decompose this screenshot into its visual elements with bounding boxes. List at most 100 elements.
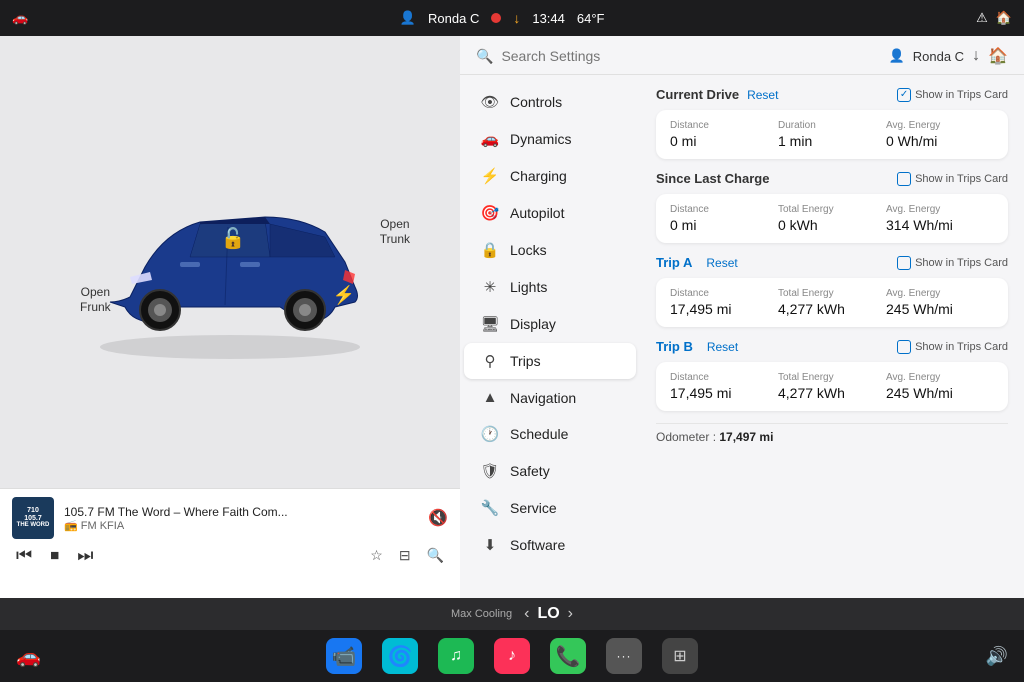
trip-b-distance: Distance 17,495 mi (670, 372, 778, 401)
favorite-icon[interactable]: ☆ (370, 547, 383, 564)
sidebar-item-locks[interactable]: 🔒 Locks (464, 232, 636, 268)
current-drive-duration: Duration 1 min (778, 120, 886, 149)
header-download-icon[interactable]: ↓ (972, 47, 980, 65)
sidebar-item-charging[interactable]: ⚡ Charging (464, 158, 636, 194)
trip-a-title: Trip A (656, 255, 692, 270)
trip-a-avg-energy: Avg. Energy 245 Wh/mi (886, 288, 994, 317)
trip-a-checkbox[interactable] (897, 256, 911, 270)
sidebar-item-lights[interactable]: ✳ Lights (464, 269, 636, 305)
climate-bar: Max Cooling ‹ LO › (0, 598, 1024, 630)
since-last-charge-checkbox[interactable] (897, 172, 911, 186)
lights-label: Lights (510, 279, 547, 295)
odometer-label: Odometer : (656, 430, 716, 444)
since-last-charge-stats: Distance 0 mi Total Energy 0 kWh Avg. En… (656, 194, 1008, 243)
search-input[interactable] (501, 48, 880, 64)
sidebar-item-software[interactable]: ⬇ Software (464, 527, 636, 563)
open-frunk-label[interactable]: Open Frunk (80, 285, 111, 316)
climate-arrows: ‹ LO › (524, 605, 573, 623)
sidebar-item-schedule[interactable]: 🕐 Schedule (464, 416, 636, 452)
sidebar-item-display[interactable]: 🖥 Display (464, 306, 636, 342)
climate-left-arrow[interactable]: ‹ (524, 605, 529, 623)
display-label: Display (510, 316, 556, 332)
trip-b-header: Trip B Reset Show in Trips Card (656, 339, 1008, 354)
trip-b-checkbox[interactable] (897, 340, 911, 354)
volume-icon[interactable]: 🔊 (986, 646, 1008, 667)
header-home-icon[interactable]: 🏠 (988, 46, 1008, 66)
dynamics-label: Dynamics (510, 131, 571, 147)
current-drive-avg-energy: Avg. Energy 0 Wh/mi (886, 120, 994, 149)
trip-a-reset[interactable]: Reset (706, 256, 737, 270)
schedule-label: Schedule (510, 426, 568, 442)
open-trunk-label[interactable]: Open Trunk (380, 217, 410, 248)
logo-line3: THE WORD (17, 522, 50, 529)
warning-icon: ⚠ (976, 10, 988, 26)
trip-b-reset[interactable]: Reset (707, 340, 738, 354)
navigation-label: Navigation (510, 390, 576, 406)
header-username: Ronda C (913, 49, 964, 64)
media-controls: ⏮ ⏹ ⏭ ☆ ⊟ 🔍 (12, 545, 448, 566)
trips-data-panel: Current Drive Reset ✓ Show in Trips Card… (640, 75, 1024, 598)
trips-label: Trips (510, 353, 541, 369)
media-top: 710 105.7 THE WORD 105.7 FM The Word – W… (12, 497, 448, 539)
sidebar-item-navigation[interactable]: ▲ Navigation (464, 380, 636, 415)
current-drive-checkbox[interactable]: ✓ (897, 88, 911, 102)
autopilot-icon: 🎯 (480, 204, 500, 222)
charge-indicator-icon: ⚡ (333, 285, 355, 306)
left-panel: Open Frunk Open Trunk 🔓 ⚡ (0, 36, 460, 598)
sidebar-item-safety[interactable]: 🛡 Safety (464, 453, 636, 489)
taskbar-right: 🔊 (986, 646, 1008, 667)
controls-icon: 👁 (480, 93, 500, 111)
next-button[interactable]: ⏭ (77, 545, 93, 566)
taskbar-grid-app[interactable]: ⊞ (662, 638, 698, 674)
status-bar: 🚗 👤 Ronda C ↓ 13:44 64°F ⚠ 🏠 (0, 0, 1024, 36)
media-title: 105.7 FM The Word – Where Faith Com... (64, 505, 418, 519)
tesla-screen: 🚗 👤 Ronda C ↓ 13:44 64°F ⚠ 🏠 Open Frunk (0, 0, 1024, 682)
current-drive-title: Current Drive (656, 87, 739, 102)
taskbar-music-app[interactable]: ♪ (494, 638, 530, 674)
taskbar-car-icon[interactable]: 🚗 (16, 644, 41, 669)
content-row: 👁 Controls 🚗 Dynamics ⚡ Charging 🎯 Autop… (460, 75, 1024, 598)
safety-label: Safety (510, 463, 550, 479)
navigation-icon: ▲ (480, 389, 500, 406)
since-last-charge-avg-energy: Avg. Energy 314 Wh/mi (886, 204, 994, 233)
taskbar-phone-app[interactable]: 📞 (550, 638, 586, 674)
media-extra: ☆ ⊟ 🔍 (370, 547, 444, 564)
dynamics-icon: 🚗 (480, 130, 500, 148)
car-svg (70, 162, 390, 362)
sidebar-item-trips[interactable]: ⚲ Trips (464, 343, 636, 379)
status-bar-center: 👤 Ronda C ↓ 13:44 64°F (400, 10, 605, 26)
sidebar-item-autopilot[interactable]: 🎯 Autopilot (464, 195, 636, 231)
trip-b-title: Trip B (656, 339, 693, 354)
taskbar-spotify-app[interactable]: ♫ (438, 638, 474, 674)
taskbar-camera-app[interactable]: 📹 (326, 638, 362, 674)
media-info: 105.7 FM The Word – Where Faith Com... 📻… (64, 505, 418, 532)
taskbar: 🚗 📹 🌀 ♫ ♪ 📞 ··· ⊞ 🔊 (0, 630, 1024, 682)
stop-button[interactable]: ⏹ (50, 545, 59, 566)
prev-button[interactable]: ⏮ (16, 545, 32, 566)
time-display: 13:44 (532, 11, 565, 26)
taskbar-left: 🚗 (16, 644, 41, 669)
current-drive-stats: Distance 0 mi Duration 1 min Avg. Energy… (656, 110, 1008, 159)
taskbar-fan-app[interactable]: 🌀 (382, 638, 418, 674)
car-visualization: Open Frunk Open Trunk 🔓 ⚡ (0, 36, 460, 488)
mute-icon[interactable]: 🔇 (428, 508, 448, 528)
user-avatar-icon: 👤 (889, 48, 905, 64)
search-media-icon[interactable]: 🔍 (427, 547, 444, 564)
username: Ronda C (428, 11, 479, 26)
display-icon: 🖥 (480, 315, 500, 333)
charging-label: Charging (510, 168, 567, 184)
taskbar-more-app[interactable]: ··· (606, 638, 642, 674)
current-drive-header: Current Drive Reset ✓ Show in Trips Card (656, 87, 1008, 102)
current-drive-reset[interactable]: Reset (747, 88, 778, 102)
autopilot-label: Autopilot (510, 205, 564, 221)
current-drive-distance: Distance 0 mi (670, 120, 778, 149)
sidebar-item-dynamics[interactable]: 🚗 Dynamics (464, 121, 636, 157)
since-last-charge-distance: Distance 0 mi (670, 204, 778, 233)
sidebar-item-controls[interactable]: 👁 Controls (464, 84, 636, 120)
equalizer-icon[interactable]: ⊟ (399, 547, 411, 564)
media-player: 710 105.7 THE WORD 105.7 FM The Word – W… (0, 488, 460, 598)
climate-right-arrow[interactable]: › (568, 605, 573, 623)
main-area: Open Frunk Open Trunk 🔓 ⚡ (0, 36, 1024, 598)
software-label: Software (510, 537, 565, 553)
sidebar-item-service[interactable]: 🔧 Service (464, 490, 636, 526)
